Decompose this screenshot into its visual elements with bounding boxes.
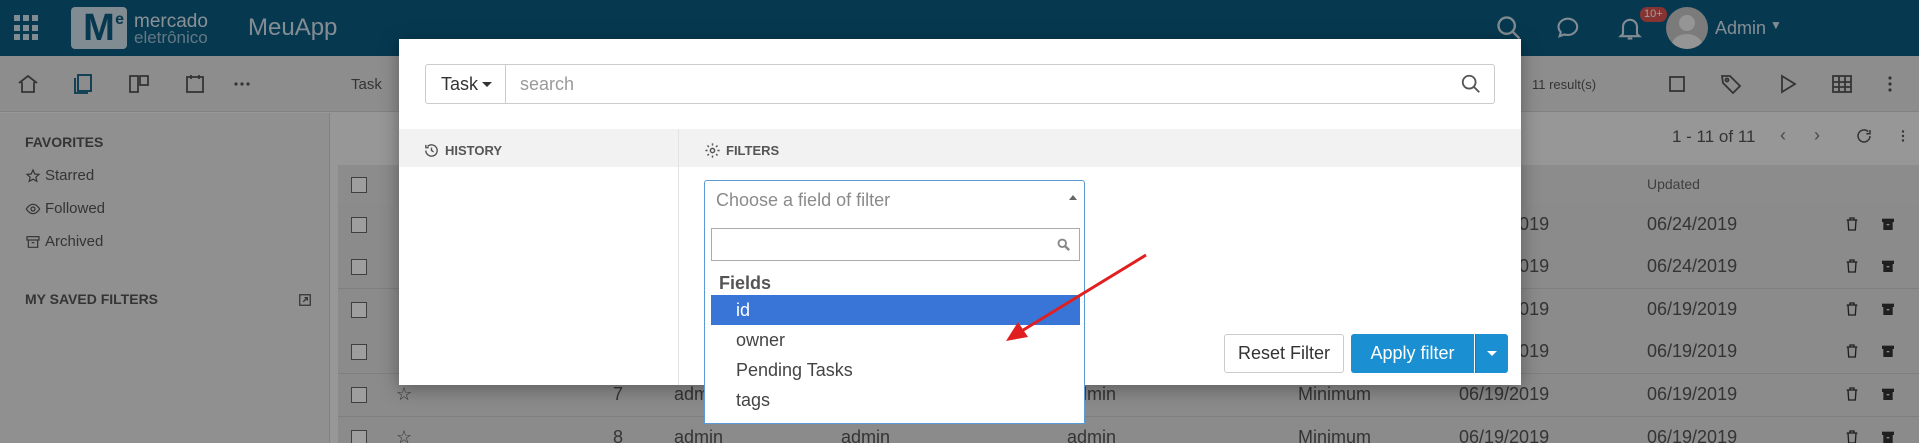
dropdown-search-input[interactable] [711,228,1080,261]
filter-field-dropdown: Fields id owner Pending Tasks tags [704,220,1085,424]
section-header-bar: HISTORY FILTERS [399,129,1521,167]
option-label: Pending Tasks [736,360,853,380]
search-input[interactable] [506,64,1495,104]
option-label: id [736,300,751,320]
apply-filter-button[interactable]: Apply filter [1351,334,1474,373]
dropdown-group-label: Fields [719,273,772,293]
search-icon [1057,238,1071,252]
filter-field-select[interactable]: Choose a field of filter [704,180,1085,221]
history-icon [425,144,438,157]
filter-field-placeholder: Choose a field of filter [716,190,891,210]
caret-up-icon[interactable] [1069,195,1077,200]
filters-section-title: FILTERS [704,142,779,159]
dropdown-option-pending-tasks[interactable]: Pending Tasks [711,355,1080,385]
dropdown-option-id[interactable]: id [711,295,1080,325]
history-section-title: HISTORY [423,142,502,159]
gear-icon [705,143,720,158]
option-label: owner [736,330,786,350]
history-title-label: HISTORY [445,143,503,158]
apply-filter-options-button[interactable] [1475,334,1508,373]
caret-down-icon [482,82,492,87]
section-divider [678,129,679,385]
dropdown-option-owner[interactable]: owner [711,325,1080,355]
reset-filter-button[interactable]: Reset Filter [1224,334,1344,373]
option-label: tags [736,390,771,410]
filters-title-label: FILTERS [726,143,780,158]
filter-modal: Task HISTORY FILTERS Choose a field of f… [399,39,1521,424]
search-icon[interactable] [1460,73,1482,95]
dropdown-option-tags[interactable]: tags [711,385,1080,415]
type-dropdown-label: Task [441,74,479,94]
type-dropdown-button[interactable]: Task [425,64,506,104]
